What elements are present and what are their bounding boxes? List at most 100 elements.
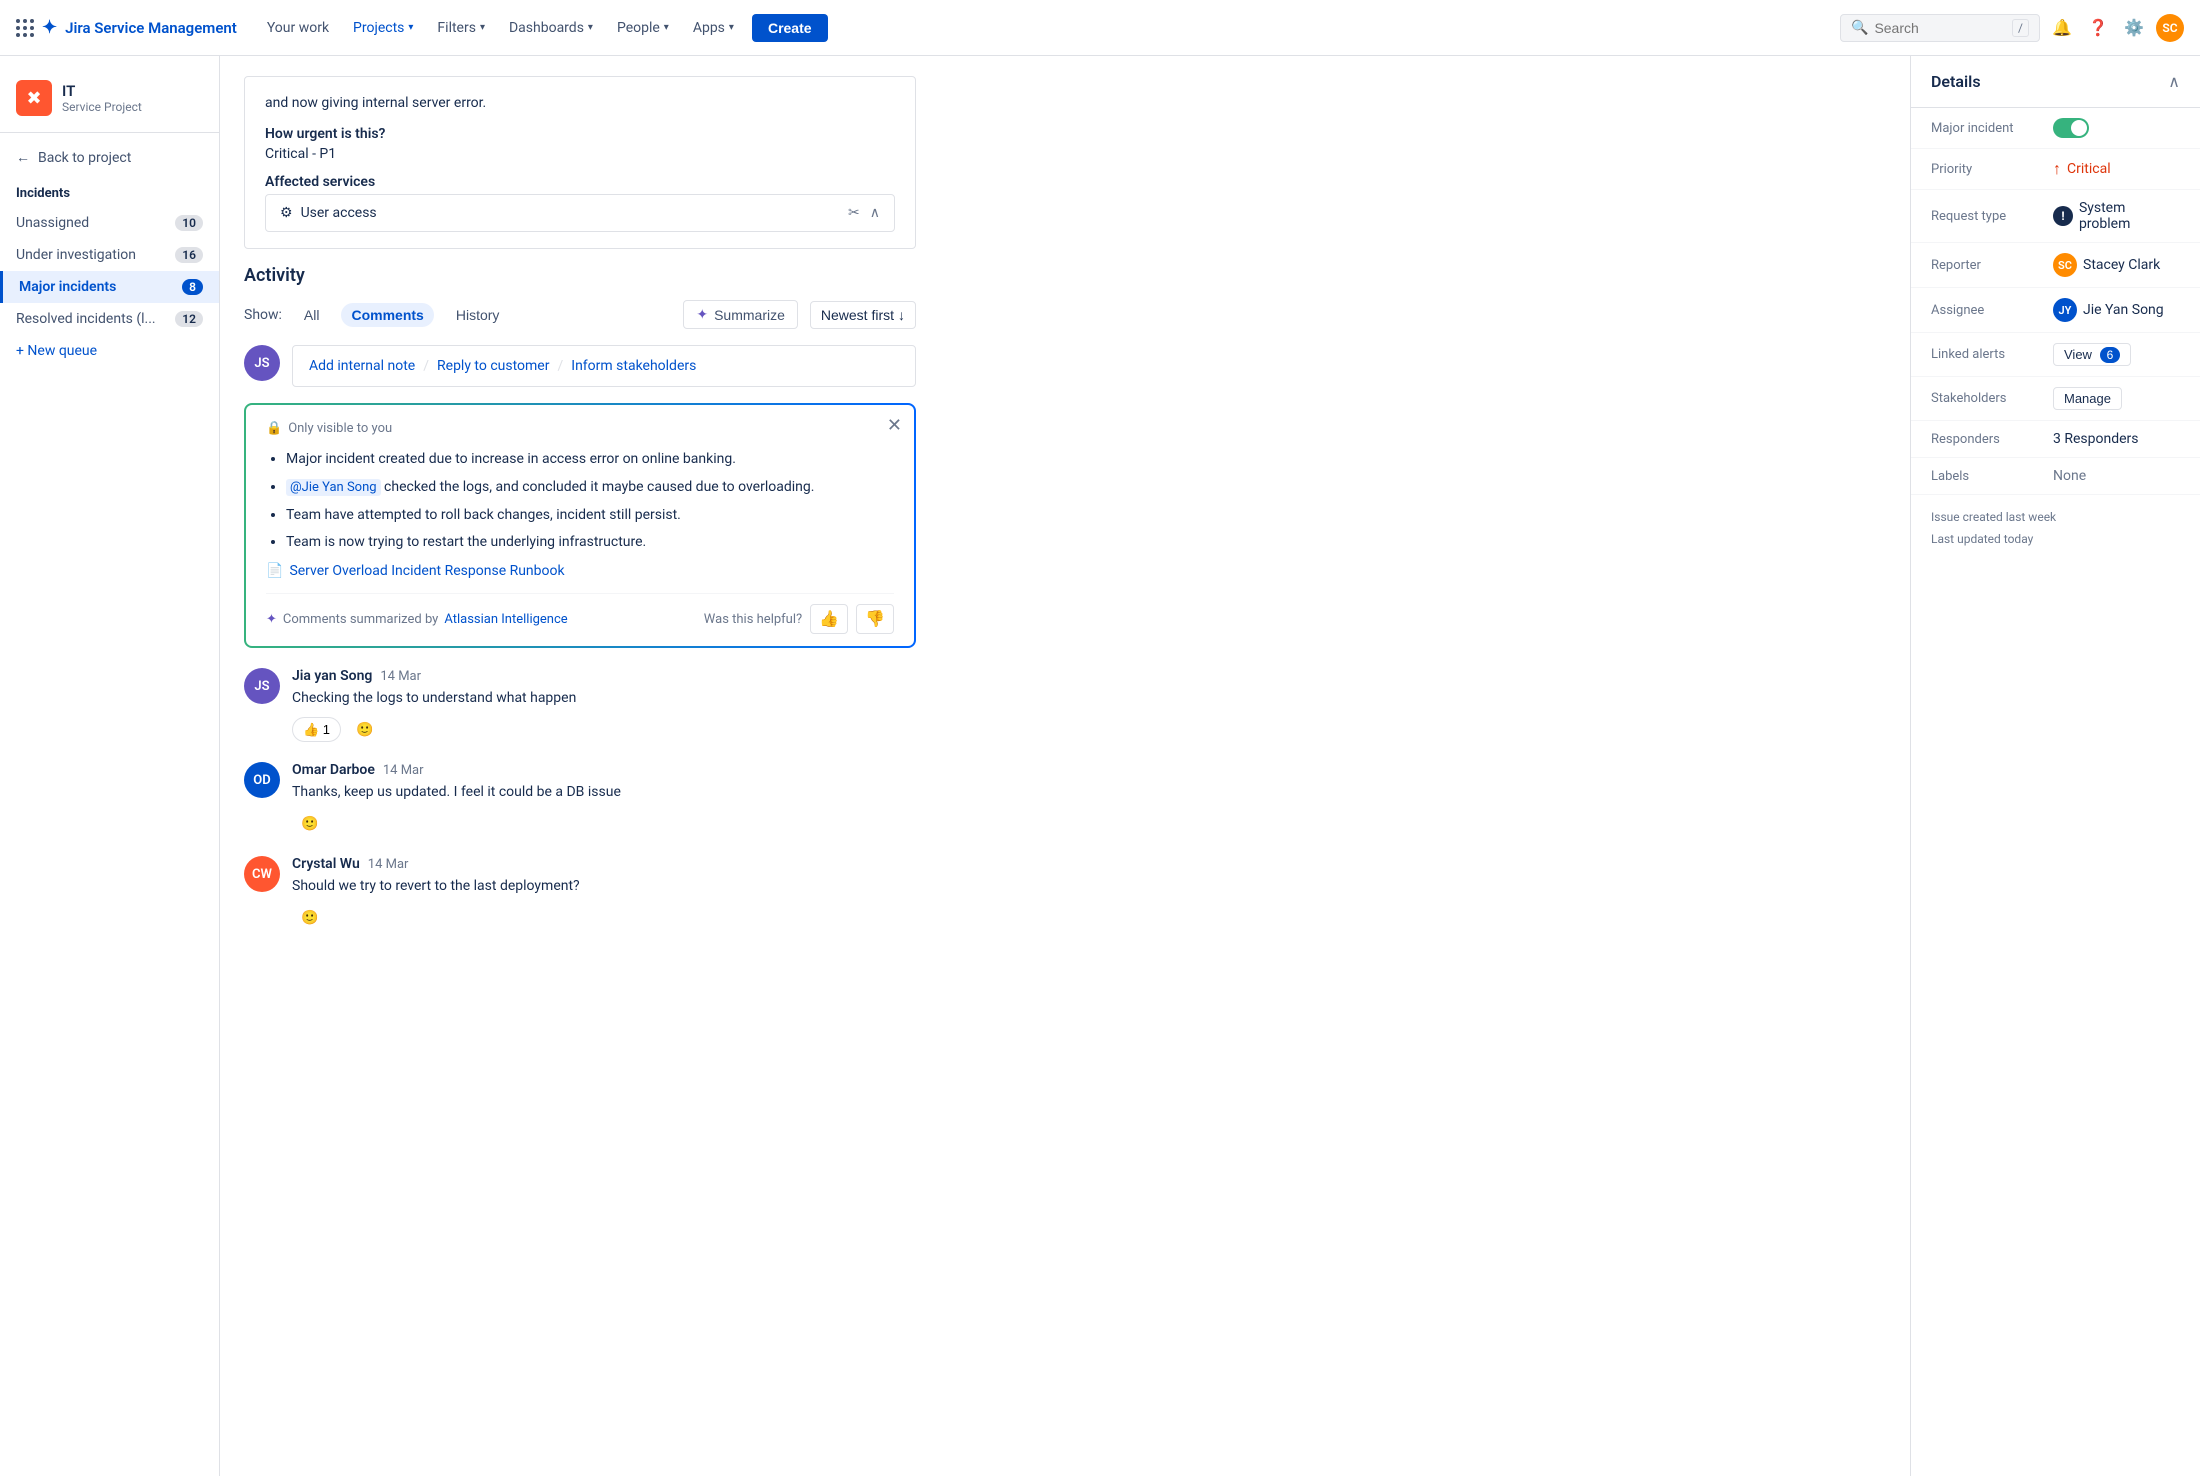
sidebar-item-unassigned[interactable]: Unassigned 10 <box>0 207 219 239</box>
detail-row-linked-alerts: Linked alerts View 6 <box>1911 333 2200 377</box>
reply-row: JS Add internal note / Reply to customer… <box>244 345 916 387</box>
sidebar-item-label: Major incidents <box>19 279 116 295</box>
create-button[interactable]: Create <box>752 14 828 42</box>
app-title: Jira Service Management <box>65 19 237 37</box>
chevron-up-icon[interactable]: ∧ <box>2168 72 2180 91</box>
summary-box: ✕ 🔒 Only visible to you Major incident c… <box>244 403 916 648</box>
nav-filters[interactable]: Filters ▾ <box>427 14 495 42</box>
reporter-avatar: SC <box>2053 253 2077 277</box>
newest-first-button[interactable]: Newest first ↓ <box>810 301 916 329</box>
comment-meta-1: Omar Darboe 14 Mar <box>292 762 916 778</box>
reply-actions[interactable]: Add internal note / Reply to customer / … <box>292 345 916 387</box>
sparkle-icon: ✦ <box>696 306 708 323</box>
close-summary-button[interactable]: ✕ <box>887 415 902 436</box>
service-item: ⚙ User access <box>280 205 377 221</box>
arrow-left-icon: ← <box>16 149 30 166</box>
settings-icon[interactable]: ⚙️ <box>2120 14 2148 42</box>
comment-row-1: OD Omar Darboe 14 Mar Thanks, keep us up… <box>244 762 916 836</box>
sidebar-item-major-incidents[interactable]: Major incidents 8 <box>0 271 219 303</box>
detail-label-labels: Labels <box>1931 469 2041 484</box>
activity-controls: Show: All Comments History ✦ Summarize N… <box>244 300 916 329</box>
sort-icon: ↓ <box>898 307 905 323</box>
help-icon[interactable]: ❓ <box>2084 14 2112 42</box>
comment-reactions-2: 🙂 <box>292 905 916 930</box>
add-reaction-button-0[interactable]: 🙂 <box>347 717 382 742</box>
labels-value: None <box>2053 468 2086 484</box>
detail-value-linked: View 6 <box>2053 343 2180 366</box>
bullet-2: @Jie Yan Song checked the logs, and conc… <box>286 476 894 500</box>
reply-to-customer-button[interactable]: Reply to customer <box>437 358 549 374</box>
topnav: ✦ Jira Service Management Your work Proj… <box>0 0 2200 56</box>
app-layout: ✖ IT Service Project ← Back to project I… <box>0 56 2200 1476</box>
bullet-3: Team have attempted to roll back changes… <box>286 504 894 528</box>
summarize-label: Summarize <box>714 307 785 323</box>
nav-your-work[interactable]: Your work <box>257 14 339 42</box>
filter-all-button[interactable]: All <box>294 303 330 327</box>
comment-reactions-0: 👍 1 🙂 <box>292 717 916 742</box>
detail-label-request: Request type <box>1931 209 2041 224</box>
sidebar-item-resolved[interactable]: Resolved incidents (l... 12 <box>0 303 219 335</box>
back-to-project-button[interactable]: ← Back to project <box>0 141 219 174</box>
stakeholders-manage-button[interactable]: Manage <box>2053 387 2122 410</box>
ai-footer: ✦ Comments summarized by Atlassian Intel… <box>266 593 894 634</box>
helpful-label: Was this helpful? <box>704 612 802 627</box>
new-queue-button[interactable]: + New queue <box>0 335 219 367</box>
comment-author-1: Omar Darboe <box>292 762 375 778</box>
linked-alerts-view-button[interactable]: View 6 <box>2053 343 2131 366</box>
details-title: Details <box>1931 72 1981 91</box>
app-logo[interactable]: ✦ Jira Service Management <box>16 17 237 38</box>
chevron-down-icon: ▾ <box>729 22 734 33</box>
detail-value-stakeholders: Manage <box>2053 387 2180 410</box>
add-reaction-button-1[interactable]: 🙂 <box>292 811 327 836</box>
search-input[interactable] <box>1874 20 2006 36</box>
link-icon[interactable]: ✂ <box>848 205 860 221</box>
thumbs-down-button[interactable]: 👎 <box>856 604 894 634</box>
lock-icon: 🔒 <box>266 421 282 436</box>
affected-services: ⚙ User access ✂ ∧ <box>265 194 895 232</box>
notifications-icon[interactable]: 🔔 <box>2048 14 2076 42</box>
detail-row-major-incident: Major incident <box>1911 108 2200 149</box>
back-label: Back to project <box>38 150 131 166</box>
filter-comments-button[interactable]: Comments <box>341 303 433 327</box>
nav-dashboards[interactable]: Dashboards ▾ <box>499 14 603 42</box>
filter-history-button[interactable]: History <box>446 303 510 327</box>
atlassian-intelligence-link[interactable]: Atlassian Intelligence <box>444 612 567 627</box>
comment-text-2: Should we try to revert to the last depl… <box>292 876 916 897</box>
chevron-down-icon: ▾ <box>664 22 669 33</box>
detail-label-assignee: Assignee <box>1931 303 2041 318</box>
search-box[interactable]: 🔍 / <box>1840 14 2040 42</box>
comment-reactions-1: 🙂 <box>292 811 916 836</box>
user-avatar[interactable]: SC <box>2156 14 2184 42</box>
collapse-icon[interactable]: ∧ <box>870 205 880 221</box>
detail-label-reporter: Reporter <box>1931 258 2041 273</box>
bullet-1: Major incident created due to increase i… <box>286 448 894 472</box>
comment-text-0: Checking the logs to understand what hap… <box>292 688 916 709</box>
nav-people[interactable]: People ▾ <box>607 14 679 42</box>
nav-projects[interactable]: Projects ▾ <box>343 14 423 42</box>
sidebar-item-under-investigation[interactable]: Under investigation 16 <box>0 239 219 271</box>
comment-body-0: Jia yan Song 14 Mar Checking the logs to… <box>292 668 916 742</box>
comment-date-1: 14 Mar <box>383 763 424 778</box>
add-internal-note-button[interactable]: Add internal note <box>309 358 415 374</box>
ai-credit: ✦ Comments summarized by Atlassian Intel… <box>266 612 568 627</box>
detail-value-request: ! System problem <box>2053 200 2180 232</box>
detail-row-request-type: Request type ! System problem <box>1911 190 2200 243</box>
detail-row-assignee: Assignee JY Jie Yan Song <box>1911 288 2200 333</box>
detail-label-linked: Linked alerts <box>1931 347 2041 362</box>
detail-row-stakeholders: Stakeholders Manage <box>1911 377 2200 421</box>
add-reaction-button-2[interactable]: 🙂 <box>292 905 327 930</box>
issue-updated: Last updated today <box>1931 529 2180 551</box>
reaction-thumbsup-0[interactable]: 👍 1 <box>292 717 341 742</box>
grid-icon <box>16 19 34 37</box>
comment-meta-0: Jia yan Song 14 Mar <box>292 668 916 684</box>
thumbs-up-button[interactable]: 👍 <box>810 604 848 634</box>
comment-row-2: CW Crystal Wu 14 Mar Should we try to re… <box>244 856 916 930</box>
major-incident-toggle[interactable] <box>2053 118 2089 138</box>
summarize-button[interactable]: ✦ Summarize <box>683 300 798 329</box>
description-text: and now giving internal server error. <box>265 93 895 114</box>
inform-stakeholders-button[interactable]: Inform stakeholders <box>571 358 696 374</box>
runbook-link[interactable]: 📄 Server Overload Incident Response Runb… <box>266 563 894 579</box>
nav-apps[interactable]: Apps ▾ <box>683 14 744 42</box>
detail-value-labels: None <box>2053 468 2180 484</box>
bullet-4: Team is now trying to restart the underl… <box>286 531 894 555</box>
